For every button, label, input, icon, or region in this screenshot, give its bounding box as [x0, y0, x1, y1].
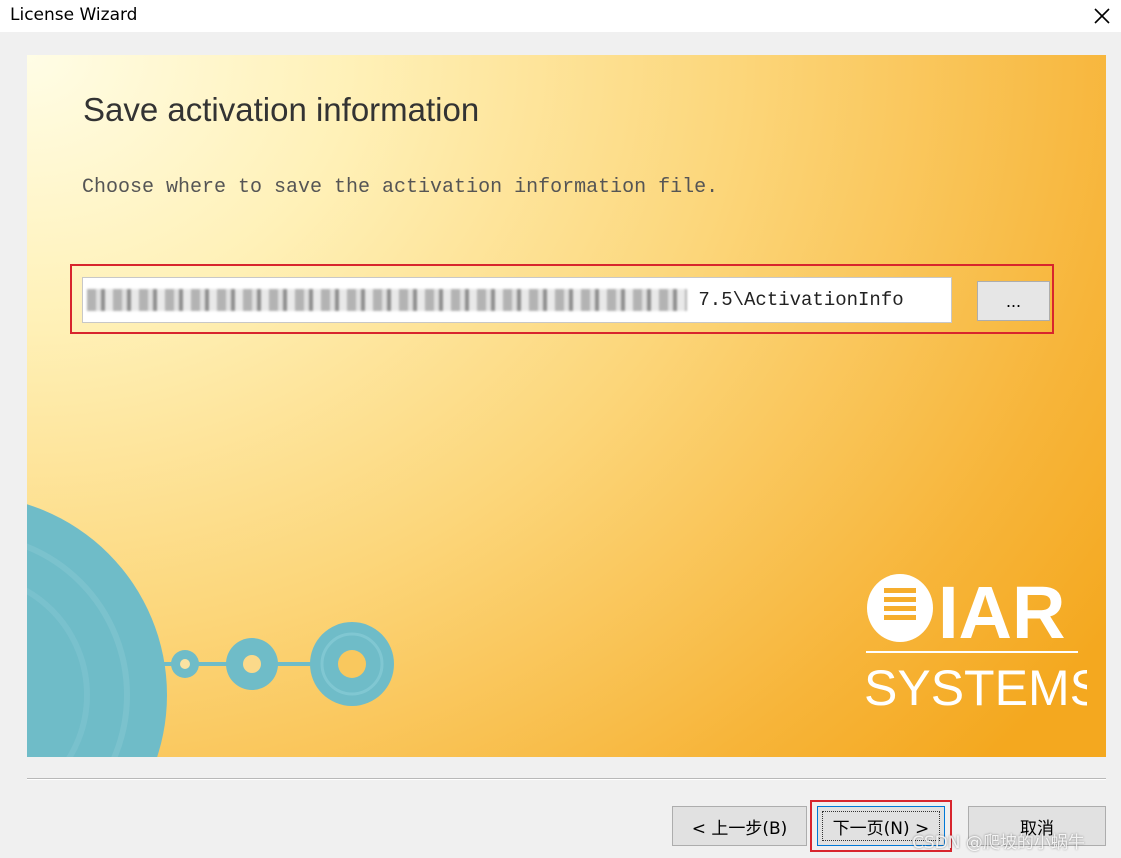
- logo-text-systems: SYSTEMS: [864, 660, 1087, 715]
- close-icon[interactable]: [1090, 4, 1114, 28]
- logo-text-iar: IAR: [938, 571, 1065, 654]
- redacted-path-segment: [87, 288, 687, 311]
- activation-file-path-input[interactable]: 7.5\ActivationInfo: [82, 277, 952, 323]
- watermark-text: CSDN @爬坡的小蜗牛: [912, 833, 1085, 853]
- iar-systems-logo: IAR SYSTEMS: [864, 571, 1087, 715]
- window-title: License Wizard: [10, 5, 138, 25]
- path-visible-suffix: 7.5\ActivationInfo: [698, 289, 904, 311]
- browse-button[interactable]: ...: [977, 281, 1050, 321]
- back-button[interactable]: < 上一步(B): [672, 806, 807, 846]
- title-bar: License Wizard: [0, 0, 1121, 32]
- page-heading: Save activation information: [83, 91, 480, 128]
- wizard-panel: Save activation information Choose where…: [27, 55, 1106, 757]
- instruction-text: Choose where to save the activation info…: [82, 176, 719, 199]
- footer-divider-light: [27, 779, 1106, 780]
